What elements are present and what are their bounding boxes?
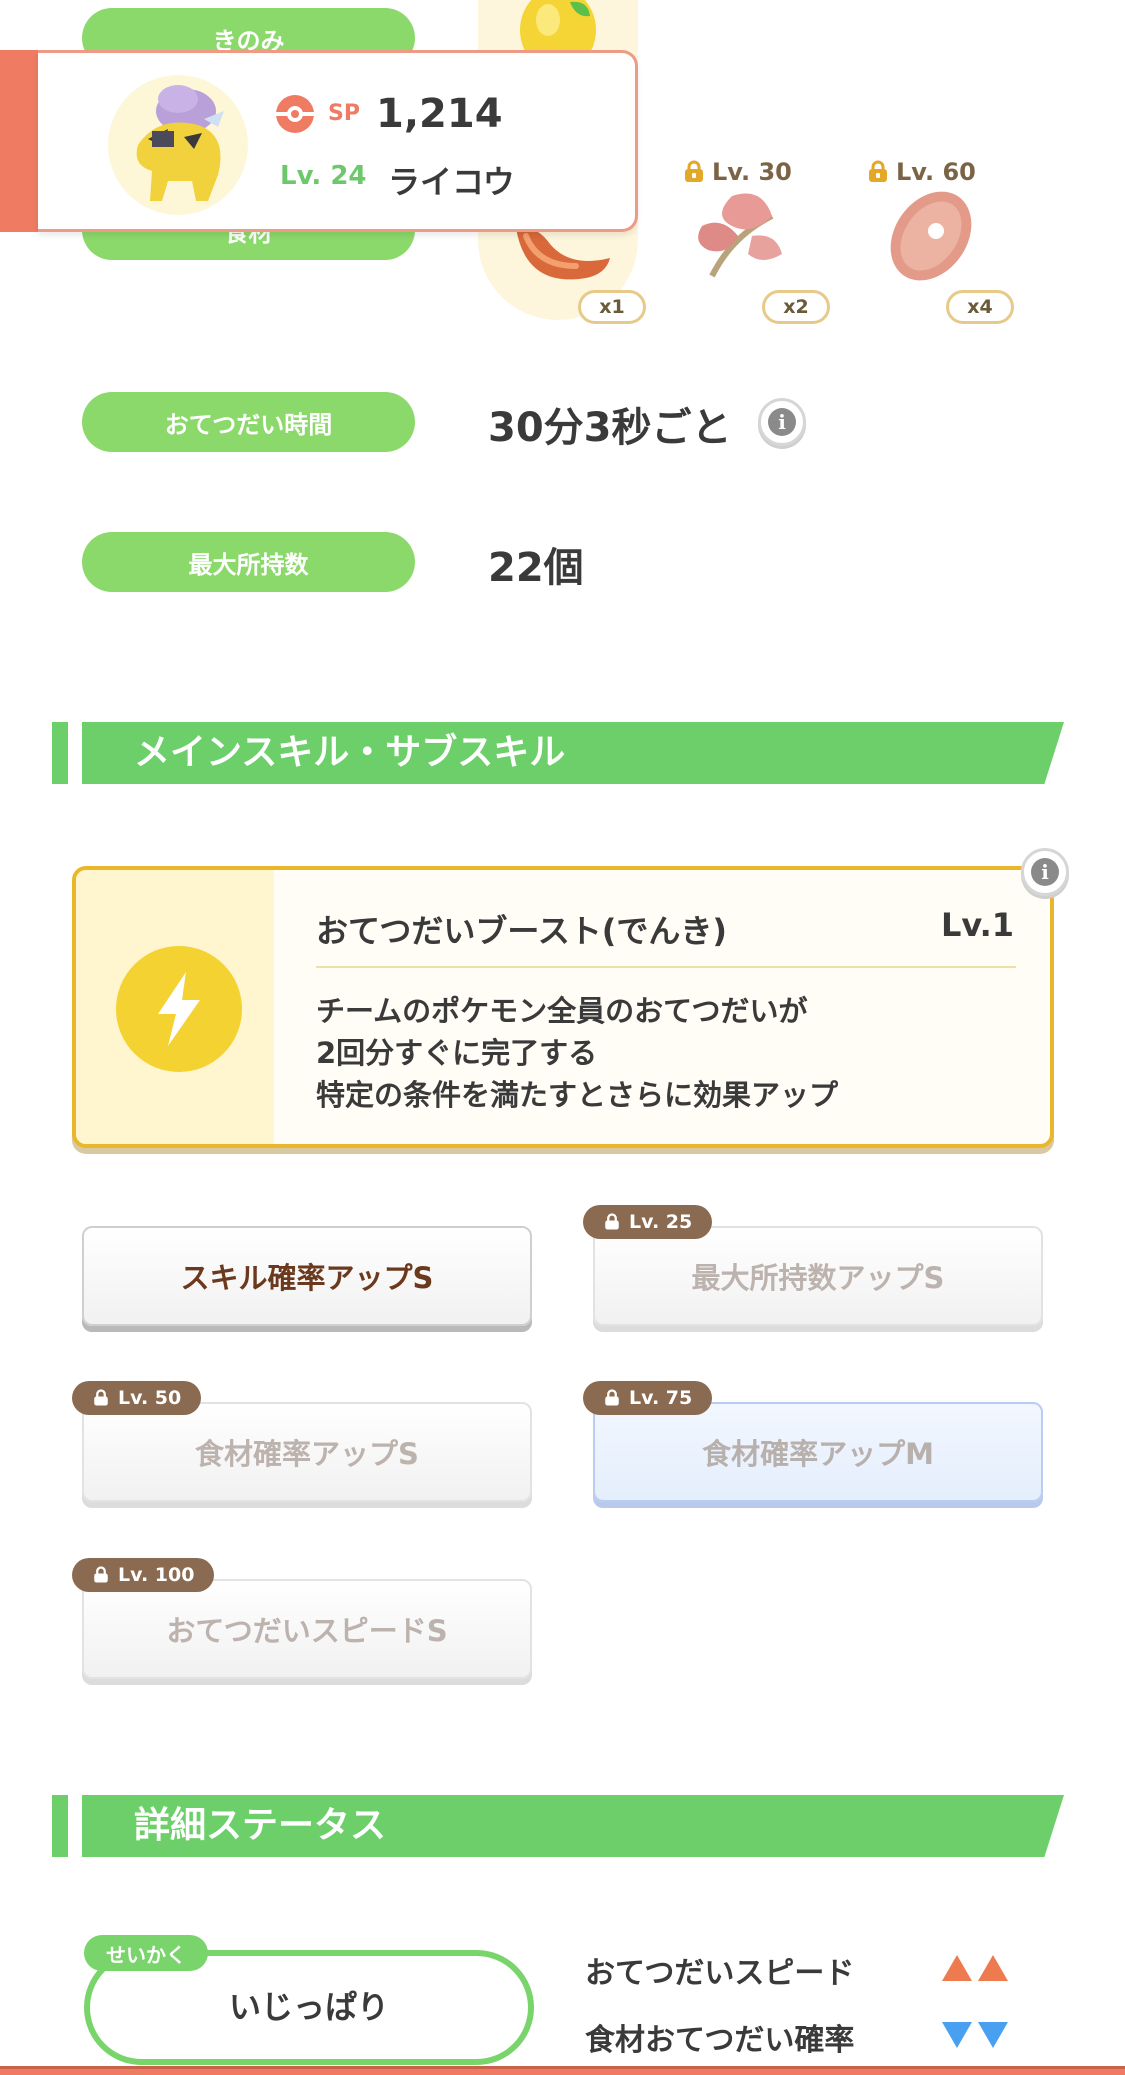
main-skill-level: Lv.1 bbox=[940, 906, 1014, 944]
help-time-info-button[interactable]: i bbox=[758, 398, 806, 446]
herb-icon bbox=[698, 193, 782, 278]
pokeball-icon bbox=[276, 95, 314, 133]
lock-icon bbox=[94, 1566, 108, 1583]
lock-icon bbox=[605, 1213, 619, 1230]
up-arrows-icon bbox=[942, 1955, 1008, 1981]
help-time-value: 30分3秒ごと bbox=[488, 405, 732, 451]
sub-skill-4-lock-tag: Lv. 75 bbox=[583, 1381, 713, 1415]
pokemon-name: ライコウ bbox=[388, 163, 515, 201]
sub-skill-1[interactable]: スキル確率アップS bbox=[82, 1226, 532, 1326]
main-skill-description: チームのポケモン全員のおてつだいが 2回分すぐに完了する 特定の条件を満たすとさ… bbox=[316, 994, 839, 1112]
info-icon: i bbox=[1031, 858, 1059, 886]
sub-skill-5-lock-tag: Lv. 100 bbox=[72, 1558, 215, 1592]
sp-value: 1,214 bbox=[376, 91, 503, 137]
skills-section-header: メインスキル・サブスキル bbox=[52, 722, 1064, 784]
ingredient-slot-3[interactable]: Lv. 60 x4 bbox=[846, 0, 1016, 324]
nature-value: いじっぱり bbox=[228, 1988, 389, 2026]
nature-effect-up-label: おてつだいスピード bbox=[585, 1956, 855, 1991]
ham-icon bbox=[890, 191, 972, 281]
lock-icon bbox=[605, 1389, 619, 1406]
ingredient-qty-3: x4 bbox=[946, 290, 1014, 324]
sub-skill-5[interactable]: おてつだいスピードS bbox=[82, 1579, 532, 1679]
sub-skill-3-lock-tag: Lv. 50 bbox=[72, 1381, 202, 1415]
sub-skill-3[interactable]: 食材確率アップS bbox=[82, 1402, 532, 1502]
electric-type-icon bbox=[116, 946, 242, 1072]
ingredient-slot-2[interactable]: Lv. 30 x2 bbox=[662, 0, 832, 324]
ingredient-lock-3: Lv. 60 bbox=[866, 158, 976, 186]
pokemon-avatar bbox=[108, 75, 248, 215]
pokemon-detail-screen: { "pills": { "berry": "きのみ", "ingredient… bbox=[0, 0, 1125, 2075]
help-time-pill: おてつだい時間 bbox=[82, 392, 415, 452]
main-skill-card[interactable]: おてつだいブースト(でんき) Lv.1 チームのポケモン全員のおてつだいが 2回… bbox=[72, 866, 1054, 1148]
ingredient-qty-2: x2 bbox=[762, 290, 830, 324]
ingredient-lock-2: Lv. 30 bbox=[682, 158, 792, 186]
ingredient-qty-1: x1 bbox=[578, 290, 646, 324]
lock-icon bbox=[94, 1389, 108, 1406]
lock-icon bbox=[685, 160, 703, 182]
nature-tag: せいかく bbox=[84, 1935, 208, 1971]
down-arrows-icon bbox=[942, 2022, 1008, 2048]
sub-skill-4[interactable]: 食材確率アップM bbox=[593, 1402, 1043, 1502]
main-skill-name: おてつだいブースト(でんき) bbox=[316, 912, 728, 950]
nature-effect-down-label: 食材おてつだい確率 bbox=[585, 2023, 855, 2058]
max-carry-value: 22個 bbox=[488, 545, 584, 591]
sp-label: SP bbox=[328, 101, 360, 126]
sub-skill-2-lock-tag: Lv. 25 bbox=[583, 1205, 713, 1239]
info-icon: i bbox=[768, 408, 796, 436]
pokemon-level: Lv. 24 bbox=[280, 161, 367, 191]
sub-skill-2[interactable]: 最大所持数アップS bbox=[593, 1226, 1043, 1326]
bottom-panel-edge bbox=[0, 2066, 1125, 2075]
max-carry-pill: 最大所持数 bbox=[82, 532, 415, 592]
lock-icon bbox=[869, 160, 887, 182]
pokemon-header-card[interactable]: SP 1,214 Lv. 24 ライコウ bbox=[0, 50, 640, 232]
divider bbox=[316, 966, 1016, 968]
status-section-header: 詳細ステータス bbox=[52, 1795, 1064, 1857]
main-skill-info-button[interactable]: i bbox=[1021, 848, 1069, 896]
